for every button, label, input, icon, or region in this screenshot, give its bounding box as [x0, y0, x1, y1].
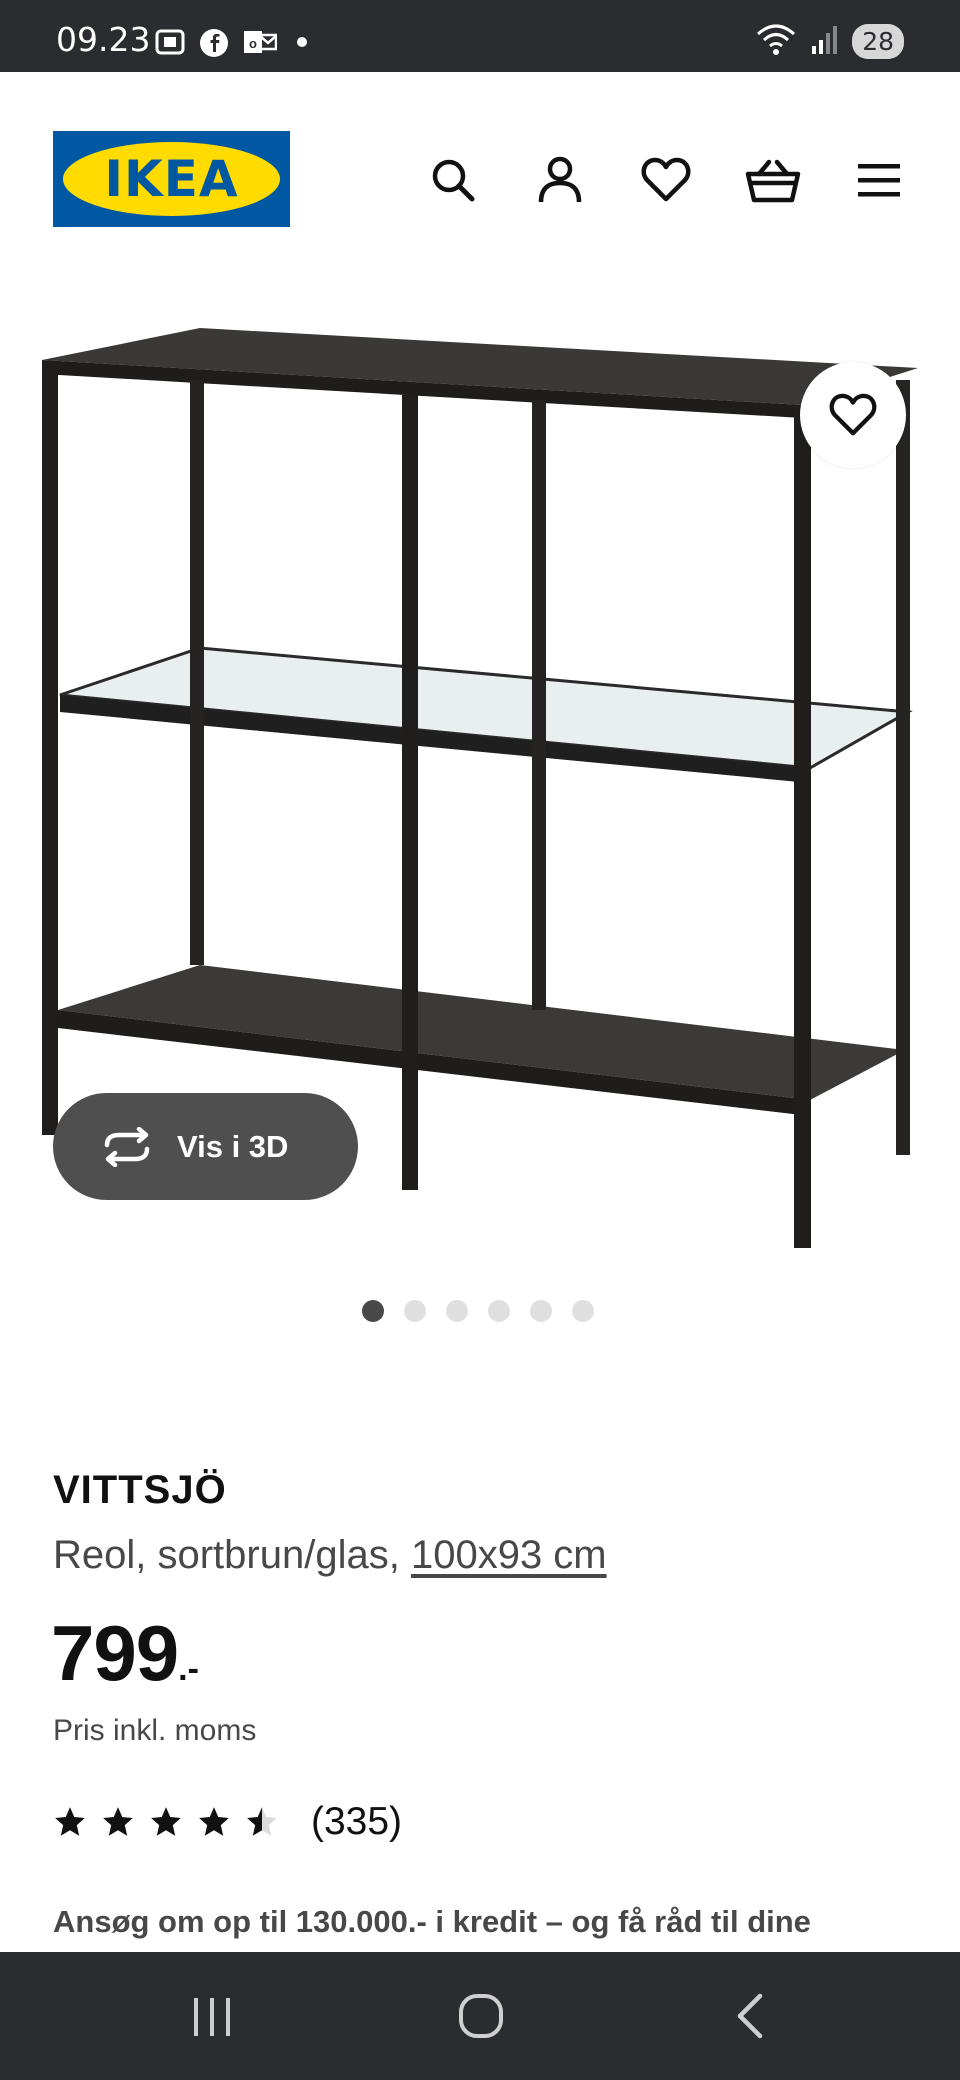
status-time: 09.23 [56, 20, 151, 59]
product-name: VITTSJÖ [53, 1468, 227, 1512]
notification-dot [297, 37, 307, 47]
price-value: 799 [51, 1609, 179, 1697]
pagination-dot[interactable] [404, 1300, 426, 1322]
price-note: Pris inkl. moms [53, 1714, 257, 1747]
wifi-icon [756, 22, 796, 61]
product-dimensions-link[interactable]: 100x93 cm [411, 1533, 607, 1577]
heart-icon [829, 393, 877, 436]
recent-apps-icon[interactable] [182, 1988, 242, 2044]
screenshot-icon [155, 28, 185, 56]
site-header: IKEA [0, 72, 960, 282]
rotate-3d-icon [104, 1126, 150, 1167]
account-icon[interactable] [532, 152, 588, 208]
facebook-icon [199, 28, 229, 57]
pagination-dot[interactable] [488, 1300, 510, 1322]
outlook-icon: o [243, 28, 278, 56]
view-in-3d-label: Vis i 3D [177, 1128, 289, 1164]
system-nav-bar [0, 1952, 960, 2080]
home-icon[interactable] [451, 1988, 511, 2044]
pagination-dot[interactable] [530, 1300, 552, 1322]
logo-text: IKEA [104, 150, 239, 208]
star-icon [55, 1807, 85, 1836]
pagination-dot[interactable] [362, 1300, 384, 1322]
image-pagination [362, 1300, 594, 1322]
credit-offer-text[interactable]: Ansøg om op til 130.000.- i kredit – og … [53, 1904, 811, 1940]
favorites-icon[interactable] [638, 152, 694, 208]
product-rating[interactable]: (335) [53, 1800, 402, 1844]
product-description: Reol, sortbrun/glas, 100x93 cm [53, 1533, 607, 1578]
review-count: (335) [311, 1800, 403, 1843]
pagination-dot[interactable] [446, 1300, 468, 1322]
star-icon [103, 1807, 133, 1836]
view-in-3d-button[interactable]: Vis i 3D [53, 1093, 358, 1200]
product-type: Reol, sortbrun/glas, [53, 1533, 411, 1577]
battery-indicator: 28 [852, 24, 904, 59]
star-icon [151, 1807, 181, 1836]
svg-text:o: o [249, 36, 257, 51]
back-icon[interactable] [720, 1988, 780, 2044]
half-star-icon [247, 1807, 277, 1836]
menu-icon[interactable] [851, 152, 907, 208]
basket-icon[interactable] [745, 152, 801, 208]
ikea-logo[interactable]: IKEA [53, 131, 290, 227]
star-icon [199, 1807, 229, 1836]
price-suffix: .- [178, 1650, 199, 1688]
status-bar: 09.23 o 28 [0, 0, 960, 72]
add-to-favorites-button[interactable] [800, 362, 906, 468]
product-price: 799.- [51, 1608, 199, 1699]
signal-icon [810, 24, 838, 59]
search-icon[interactable] [425, 152, 481, 208]
pagination-dot[interactable] [572, 1300, 594, 1322]
rating-stars [53, 1805, 279, 1839]
